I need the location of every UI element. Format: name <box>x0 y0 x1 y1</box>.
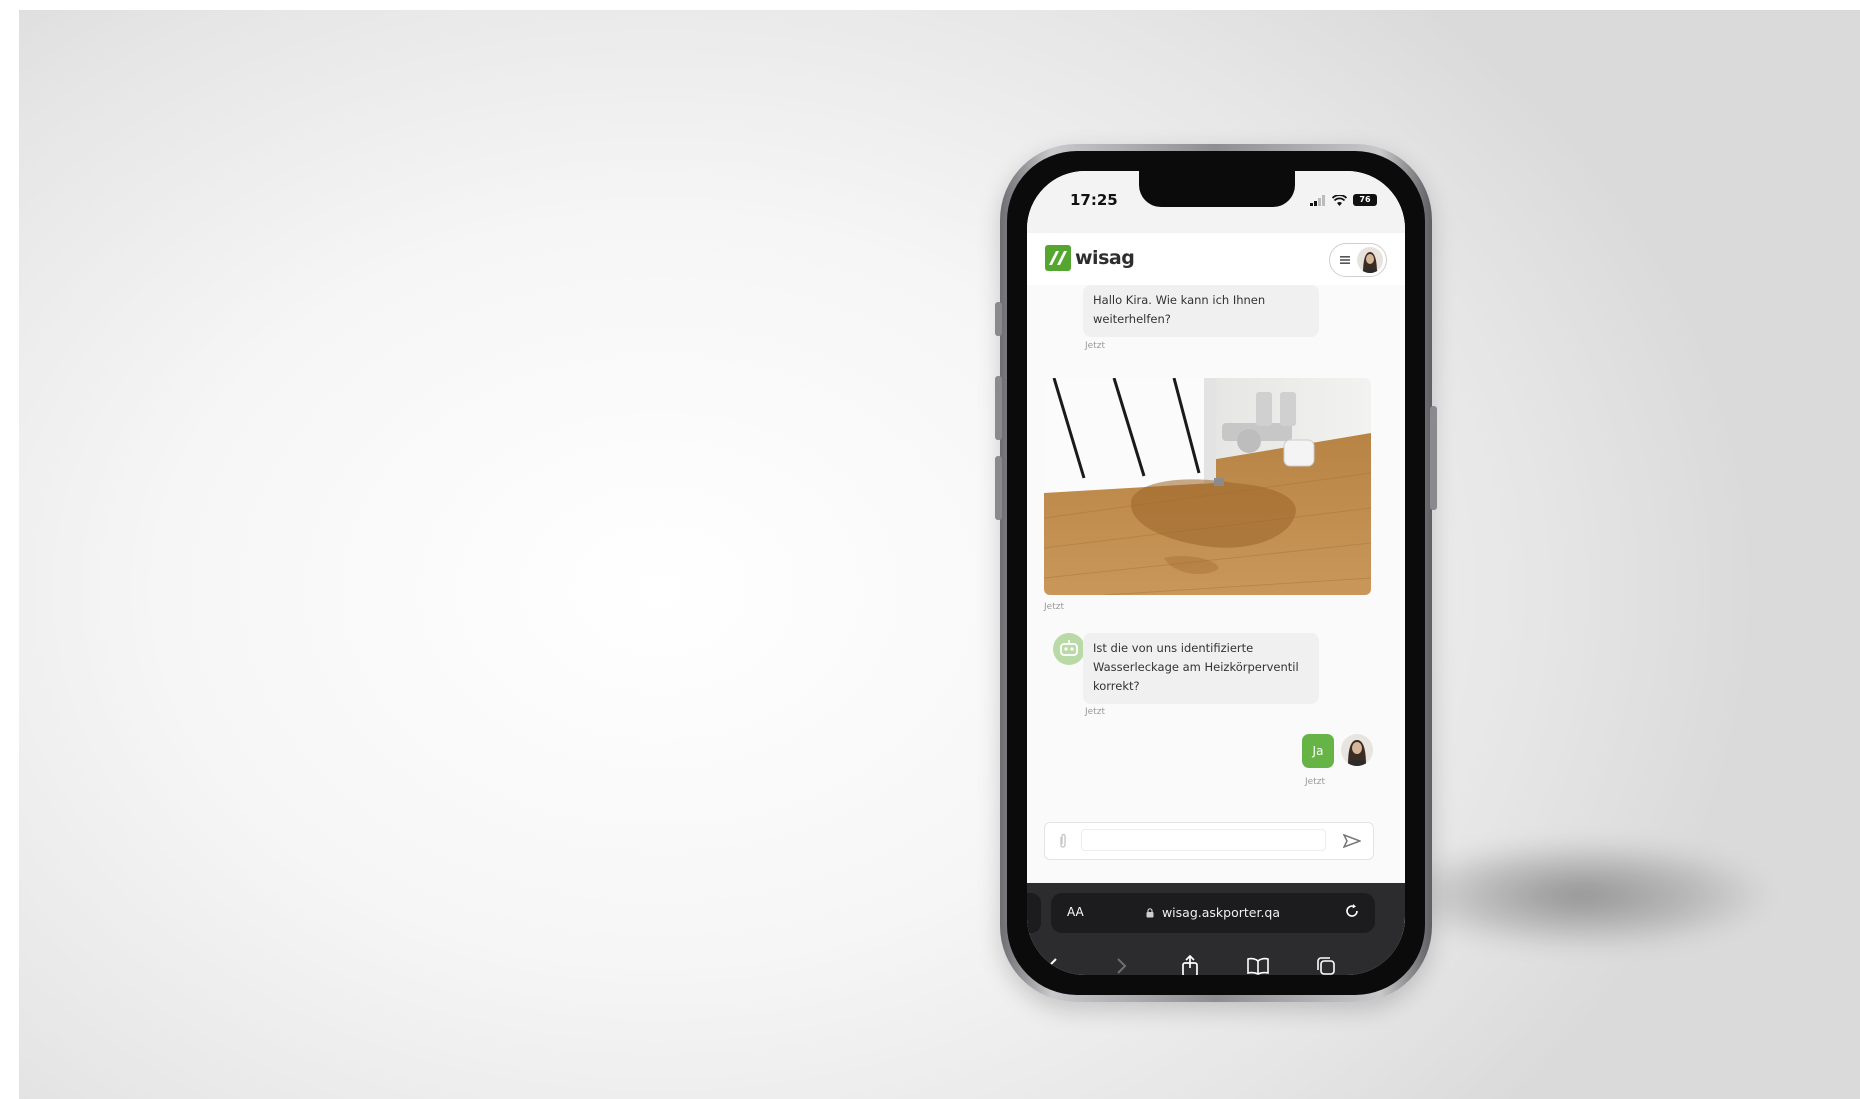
browser-navbar <box>1027 941 1405 975</box>
signal-icon <box>1310 194 1325 206</box>
back-button[interactable] <box>1037 951 1067 975</box>
bot-avatar <box>1053 633 1085 665</box>
message-timestamp: Jetzt <box>1085 341 1105 351</box>
book-icon <box>1247 957 1269 975</box>
message-line: weiterhelfen? <box>1093 312 1171 326</box>
bot-message-question: Ist die von uns identifizierte Wasserlec… <box>1083 633 1319 704</box>
status-time: 17:25 <box>1070 191 1118 209</box>
menu-profile-button[interactable] <box>1329 243 1387 277</box>
address-bar[interactable]: AA wisag.askporter.qa <box>1051 893 1375 933</box>
user-reply-bubble: Ja <box>1302 734 1334 768</box>
message-line: korrekt? <box>1093 679 1140 693</box>
message-line: Ist die von uns identifizierte <box>1093 641 1254 655</box>
silent-switch <box>995 302 1002 336</box>
notch <box>1139 171 1295 207</box>
wisag-logo[interactable]: wisag <box>1045 245 1135 271</box>
user-avatar <box>1341 734 1373 766</box>
logo-text: wisag <box>1075 247 1135 269</box>
lock-icon <box>1146 908 1154 918</box>
battery-icon: 76 <box>1353 194 1377 206</box>
phone-screen: 17:25 76 wisag Hallo Kira. Wie kann ich … <box>1027 171 1405 975</box>
background-scene: 17:25 76 wisag Hallo Kira. Wie kann ich … <box>19 10 1860 1099</box>
battery-percentage: 76 <box>1359 195 1371 204</box>
reload-icon[interactable] <box>1343 902 1361 920</box>
url-text: wisag.askporter.qa <box>1161 905 1281 920</box>
share-icon <box>1182 955 1198 975</box>
browser-toolbar: AA wisag.askporter.qa <box>1027 883 1405 975</box>
message-input[interactable] <box>1081 829 1326 851</box>
volume-up-button <box>995 376 1002 440</box>
message-timestamp: Jetzt <box>1305 777 1325 787</box>
leak-photo-image[interactable] <box>1044 378 1371 595</box>
hamburger-menu-icon <box>1340 256 1350 264</box>
chevron-right-icon <box>1117 958 1127 974</box>
phone-bezel: 17:25 76 wisag Hallo Kira. Wie kann ich … <box>1007 151 1425 995</box>
wifi-icon <box>1332 194 1347 206</box>
previous-tab-peek[interactable] <box>1027 893 1041 933</box>
status-icons: 76 <box>1310 193 1377 207</box>
message-composer <box>1044 822 1374 860</box>
chevron-left-icon <box>1047 958 1057 974</box>
wisag-logo-mark-icon <box>1045 245 1071 271</box>
bookmarks-button[interactable] <box>1243 951 1273 975</box>
bot-robot-icon <box>1060 640 1078 656</box>
message-timestamp: Jetzt <box>1044 602 1064 612</box>
bot-message-greeting: Hallo Kira. Wie kann ich Ihnen weiterhel… <box>1083 285 1319 337</box>
phone-device: 17:25 76 wisag Hallo Kira. Wie kann ich … <box>995 144 1437 1002</box>
power-button <box>1430 406 1437 510</box>
phone-shadow <box>1389 840 1769 950</box>
url-display: wisag.askporter.qa <box>1051 905 1375 920</box>
send-icon[interactable] <box>1343 834 1361 848</box>
tabs-icon <box>1317 957 1335 975</box>
message-line: Wasserleckage am Heizkörperventil <box>1093 660 1299 674</box>
forward-button[interactable] <box>1107 951 1137 975</box>
share-button[interactable] <box>1175 951 1205 975</box>
status-bar: 17:25 76 <box>1027 171 1405 233</box>
volume-down-button <box>995 456 1002 520</box>
header-avatar <box>1357 247 1383 273</box>
tabs-button[interactable] <box>1311 951 1341 975</box>
chat-area[interactable]: Hallo Kira. Wie kann ich Ihnen weiterhel… <box>1027 285 1405 935</box>
message-timestamp: Jetzt <box>1085 707 1105 717</box>
message-line: Hallo Kira. Wie kann ich Ihnen <box>1093 293 1266 307</box>
paperclip-icon[interactable] <box>1058 833 1068 849</box>
app-header: wisag <box>1027 233 1405 286</box>
